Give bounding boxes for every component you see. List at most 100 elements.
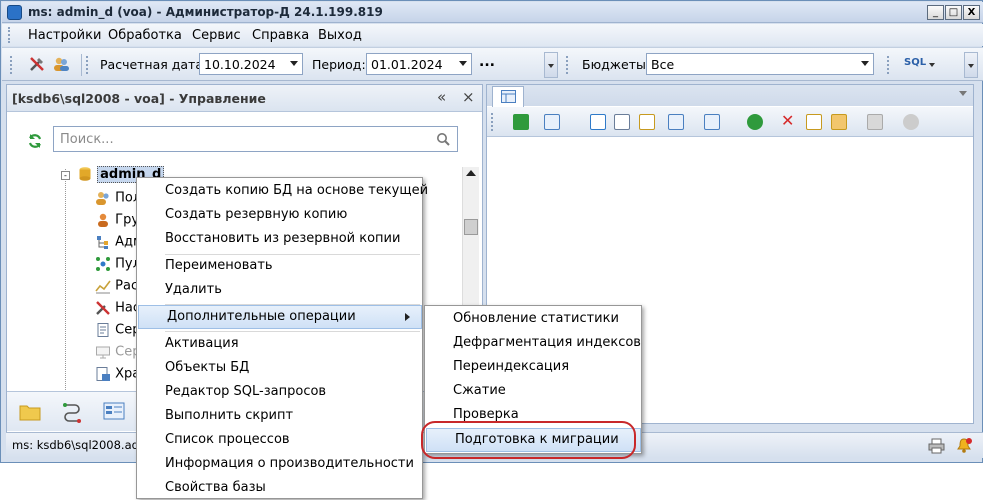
delete-icon[interactable]: ✕	[781, 111, 794, 130]
menu-item-activation[interactable]: Активация	[137, 332, 422, 356]
menu-item-additional-operations[interactable]: Дополнительные операции	[138, 305, 422, 329]
settings-gear-icon[interactable]	[903, 114, 919, 130]
tree-item-storage[interactable]: Хра	[95, 366, 140, 388]
export-icon[interactable]	[513, 114, 529, 130]
toolbar-grip	[566, 56, 569, 74]
document-tab[interactable]	[492, 86, 524, 107]
menu-item-process-list[interactable]: Список процессов	[137, 428, 422, 452]
menu-item-delete[interactable]: Удалить	[137, 278, 422, 302]
toolbar-grip	[887, 56, 890, 74]
notification-bell-icon[interactable]	[956, 437, 973, 457]
menu-item-rename[interactable]: Переименовать	[137, 254, 422, 278]
storage-icon	[96, 367, 110, 381]
tree-item-pool[interactable]: Пул	[95, 256, 141, 278]
calc-date-combo[interactable]: 10.10.2024	[199, 53, 303, 75]
status-text: ms: ksdb6\sql2008.admi	[12, 438, 154, 452]
close-button[interactable]: X	[963, 5, 980, 20]
collapse-node-icon[interactable]: -	[61, 171, 70, 180]
document-tabs	[487, 85, 973, 107]
group-icon	[98, 213, 108, 227]
edit-record-icon[interactable]	[806, 114, 822, 130]
pool-icon	[96, 257, 110, 271]
menu-item-db-properties[interactable]: Свойства базы	[137, 476, 422, 500]
admin-tree-icon	[97, 236, 108, 249]
menu-item-shrink[interactable]: Сжатие	[425, 379, 641, 403]
users-icon	[96, 192, 109, 205]
tabs-menu-icon[interactable]	[959, 91, 967, 96]
menu-item-db-objects[interactable]: Объекты БД	[137, 356, 422, 380]
columns-icon[interactable]	[704, 114, 720, 130]
search-icon[interactable]	[436, 132, 450, 149]
menu-service[interactable]: Сервис	[192, 28, 241, 43]
maximize-button[interactable]: □	[945, 5, 962, 20]
edit-icon[interactable]	[639, 114, 655, 130]
printer-icon[interactable]	[928, 438, 945, 457]
menu-item-run-script[interactable]: Выполнить скрипт	[137, 404, 422, 428]
refresh-icon[interactable]	[27, 133, 43, 152]
context-menu: Создать копию БД на основе текущей Созда…	[136, 177, 428, 500]
menu-item-create-backup[interactable]: Создать резервную копию	[137, 203, 422, 227]
menu-item-defragment-indexes[interactable]: Дефрагментация индексов	[425, 331, 641, 355]
minimize-button[interactable]: _	[927, 5, 944, 20]
main-toolbar: Расчетная дата: 10.10.2024 Период: 01.01…	[2, 47, 983, 81]
menu-help[interactable]: Справка	[252, 28, 309, 43]
menu-item-reindex[interactable]: Переиндексация	[425, 355, 641, 379]
menu-settings[interactable]: Настройки	[28, 28, 101, 43]
calc-date-value: 10.10.2024	[204, 57, 276, 72]
edit-list-icon[interactable]	[614, 114, 630, 130]
menu-item-update-statistics[interactable]: Обновление статистики	[425, 307, 641, 331]
chart-icon	[95, 280, 111, 294]
table-options-icon[interactable]	[867, 114, 883, 130]
period-value: 01.01.2024	[371, 57, 443, 72]
chevron-down-icon	[459, 61, 467, 66]
users-icon[interactable]	[52, 55, 70, 76]
toolbar-grip	[491, 113, 494, 131]
list-icon[interactable]	[590, 114, 606, 130]
menubar-grip	[8, 27, 11, 43]
toolbar-separator	[81, 54, 82, 76]
sql-button[interactable]: SQL	[904, 57, 926, 68]
menu-item-performance-info[interactable]: Информация о производительности	[137, 452, 422, 476]
menu-item-create-db-copy[interactable]: Создать копию БД на основе текущей	[137, 179, 428, 203]
tree-item-groups[interactable]: Гру	[95, 212, 139, 234]
search-input[interactable]: Поиск...	[53, 126, 458, 152]
chevron-down-icon	[290, 61, 298, 66]
submenu-arrow-icon	[405, 313, 410, 321]
folder-icon[interactable]	[19, 402, 41, 425]
period-more-button[interactable]: ...	[479, 54, 495, 70]
tree-item-schedule[interactable]: Рас	[95, 278, 138, 300]
form-icon[interactable]	[103, 402, 125, 423]
scroll-up-icon[interactable]	[466, 170, 476, 176]
monitor-icon	[96, 346, 110, 359]
menu-exit[interactable]: Выход	[318, 28, 362, 43]
toolbar-overflow-button[interactable]	[544, 52, 558, 78]
period-combo[interactable]: 01.01.2024	[366, 53, 472, 75]
workflow-icon[interactable]	[61, 401, 83, 426]
add-row-icon[interactable]	[544, 114, 560, 130]
panel-header: [ksdb6\sql2008 - voa] - Управление « ×	[7, 85, 482, 112]
scroll-thumb[interactable]	[464, 219, 478, 235]
highlight-annotation	[421, 421, 636, 459]
collapse-button[interactable]: «	[437, 88, 446, 106]
tree-item-servers[interactable]: Сер	[95, 322, 140, 344]
chevron-down-icon[interactable]	[929, 63, 935, 67]
menu-processing[interactable]: Обработка	[108, 28, 182, 43]
budgets-label: Бюджеты:	[582, 57, 651, 72]
tools-icon[interactable]	[28, 55, 46, 76]
toolbar-overflow-button[interactable]	[964, 52, 978, 78]
document-toolbar: ✕	[487, 107, 973, 137]
toolbar-grip	[86, 56, 89, 74]
tree-item-users[interactable]: Пол	[95, 190, 141, 212]
clipboard-icon[interactable]	[668, 114, 684, 130]
budgets-combo[interactable]: Все	[646, 53, 874, 75]
menu-item-restore-backup[interactable]: Восстановить из резервной копии	[137, 227, 422, 251]
menu-item-sql-editor[interactable]: Редактор SQL-запросов	[137, 380, 422, 404]
refresh-icon[interactable]	[747, 114, 763, 130]
tree-item-services[interactable]: Сер	[95, 344, 140, 366]
image-icon[interactable]	[831, 114, 847, 130]
panel-close-button[interactable]: ×	[462, 88, 475, 106]
tree-item-settings[interactable]: Нас	[95, 300, 140, 322]
grid-icon	[501, 90, 516, 103]
app-icon	[7, 5, 22, 20]
tools-icon	[96, 301, 110, 315]
